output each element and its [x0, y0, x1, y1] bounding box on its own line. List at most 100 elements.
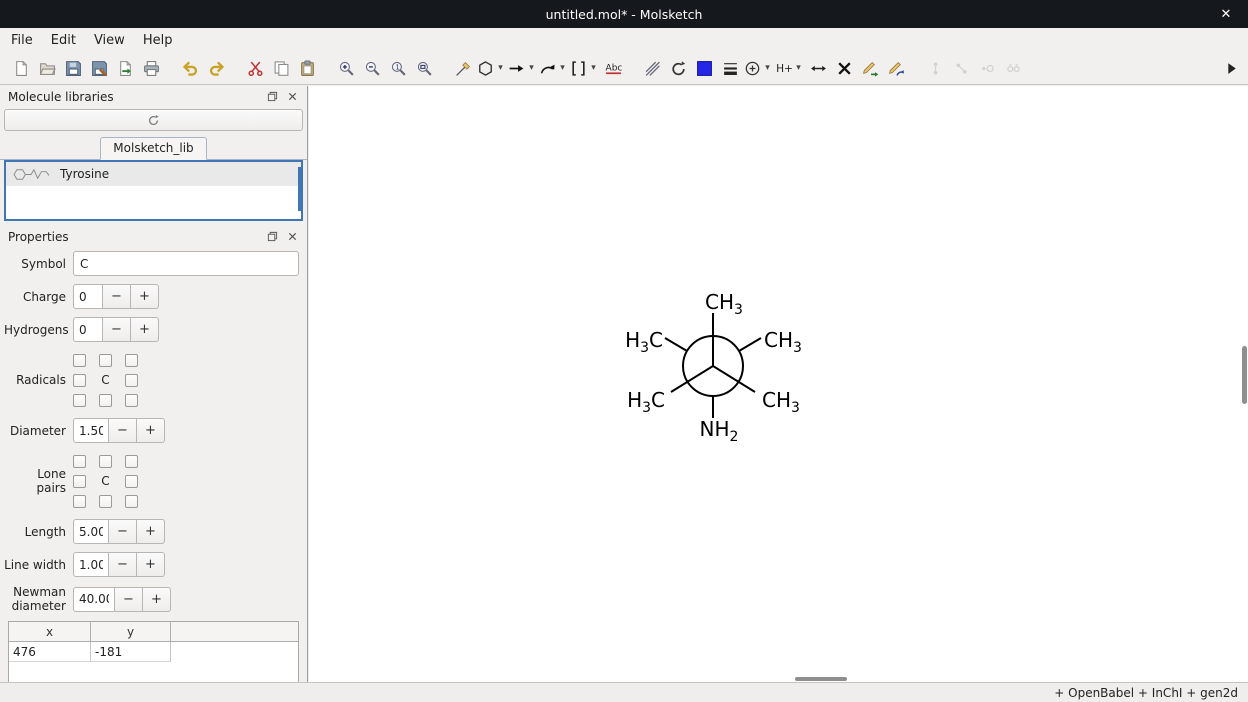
- length-decrement-button[interactable]: −: [109, 519, 137, 544]
- drawing-canvas[interactable]: CH3 H3C CH3 H3C CH3 NH2: [309, 86, 1248, 682]
- menu-help[interactable]: Help: [134, 30, 182, 51]
- undo-button[interactable]: [177, 55, 203, 81]
- window-close-button[interactable]: ✕: [1214, 0, 1238, 28]
- cut-button[interactable]: [242, 55, 268, 81]
- menu-view[interactable]: View: [85, 30, 134, 51]
- flip-tool-button[interactable]: [805, 55, 831, 81]
- line-width-increment-button[interactable]: +: [137, 552, 165, 577]
- line-width-input[interactable]: [73, 552, 109, 577]
- lone-pair-checkbox[interactable]: [99, 495, 112, 508]
- library-refresh-button[interactable]: [4, 109, 303, 131]
- tab-molsketch-lib[interactable]: Molsketch_lib: [100, 137, 206, 160]
- print-button[interactable]: [138, 55, 164, 81]
- radical-checkbox[interactable]: [99, 394, 112, 407]
- redo-button[interactable]: [203, 55, 229, 81]
- symbol-input[interactable]: [73, 251, 299, 276]
- length-input[interactable]: [73, 519, 109, 544]
- hydrogens-increment-button[interactable]: +: [131, 317, 159, 342]
- horizontal-scrollbar-handle[interactable]: [795, 677, 847, 681]
- radical-checkbox[interactable]: [73, 374, 86, 387]
- diameter-decrement-button[interactable]: −: [109, 418, 137, 443]
- line-width-tool-button[interactable]: [717, 55, 743, 81]
- list-item-tyrosine[interactable]: Tyrosine: [6, 162, 301, 186]
- modify-tool-2-button[interactable]: [883, 55, 909, 81]
- newman-increment-button[interactable]: +: [143, 587, 171, 612]
- charge-decrement-button[interactable]: −: [103, 284, 131, 309]
- text-tool-button[interactable]: Abc: [600, 55, 626, 81]
- modify-tool-1-button[interactable]: [857, 55, 883, 81]
- lone-pair-checkbox[interactable]: [73, 495, 86, 508]
- hydrogens-decrement-button[interactable]: −: [103, 317, 131, 342]
- save-file-button[interactable]: [60, 55, 86, 81]
- radical-checkbox[interactable]: [73, 394, 86, 407]
- library-list: Tyrosine: [4, 160, 303, 221]
- newman-projection-molecule[interactable]: CH3 H3C CH3 H3C CH3 NH2: [513, 216, 913, 516]
- dropdown-caret-icon[interactable]: ▾: [588, 63, 599, 73]
- radical-checkbox[interactable]: [125, 354, 138, 367]
- column-header-y: y: [91, 622, 171, 641]
- lone-pair-checkbox[interactable]: [99, 455, 112, 468]
- lone-pair-checkbox[interactable]: [125, 455, 138, 468]
- dropdown-caret-icon[interactable]: ▾: [793, 63, 804, 73]
- coordinate-y-cell[interactable]: -181: [91, 642, 171, 661]
- draw-tool-button[interactable]: [450, 55, 476, 81]
- lone-pair-checkbox[interactable]: [125, 475, 138, 488]
- newman-decrement-button[interactable]: −: [115, 587, 143, 612]
- hatch-tool-button[interactable]: [639, 55, 665, 81]
- mechanism-arrow-tool-button[interactable]: ▾: [538, 55, 569, 81]
- radical-checkbox[interactable]: [73, 354, 86, 367]
- newman-diameter-input[interactable]: [73, 587, 115, 612]
- radical-checkbox[interactable]: [125, 394, 138, 407]
- open-file-button[interactable]: [34, 55, 60, 81]
- save-file-as-button[interactable]: [86, 55, 112, 81]
- properties-close-button[interactable]: [284, 229, 301, 244]
- dropdown-caret-icon[interactable]: ▾: [762, 63, 773, 73]
- libraries-close-button[interactable]: [284, 89, 301, 104]
- menu-file[interactable]: File: [2, 30, 42, 51]
- color-picker-button[interactable]: [691, 55, 717, 81]
- toolbar-extension-button[interactable]: [1218, 55, 1244, 81]
- export-file-button[interactable]: [112, 55, 138, 81]
- copy-button[interactable]: [268, 55, 294, 81]
- lone-pair-checkbox[interactable]: [125, 495, 138, 508]
- zoom-out-button[interactable]: [359, 55, 385, 81]
- zoom-in-button[interactable]: [333, 55, 359, 81]
- hydrogens-input[interactable]: [73, 317, 103, 342]
- radical-checkbox[interactable]: [99, 354, 112, 367]
- toolbar-separator: [164, 56, 177, 80]
- charge-input[interactable]: [73, 284, 103, 309]
- dropdown-caret-icon[interactable]: ▾: [557, 63, 568, 73]
- reaction-arrow-tool-button[interactable]: ▾: [507, 55, 538, 81]
- zoom-original-button[interactable]: 1: [385, 55, 411, 81]
- coordinate-x-cell[interactable]: 476: [9, 642, 91, 661]
- paste-button[interactable]: [294, 55, 320, 81]
- openbabel-tool-4-button: [1000, 55, 1026, 81]
- radical-checkbox[interactable]: [125, 374, 138, 387]
- charge-tool-button[interactable]: ▾: [743, 55, 774, 81]
- dropdown-caret-icon[interactable]: ▾: [495, 63, 506, 73]
- coordinates-table-header: x y: [9, 622, 298, 642]
- new-file-button[interactable]: [8, 55, 34, 81]
- lone-pair-checkbox[interactable]: [73, 455, 86, 468]
- dropdown-caret-icon[interactable]: ▾: [526, 63, 537, 73]
- lone-pairs-label: Lone pairs: [4, 467, 66, 495]
- rotate-tool-button[interactable]: [665, 55, 691, 81]
- properties-float-button[interactable]: [264, 229, 281, 244]
- length-increment-button[interactable]: +: [137, 519, 165, 544]
- hydrogens-tool-button[interactable]: H+▾: [774, 55, 805, 81]
- diameter-input[interactable]: [73, 418, 109, 443]
- frame-tool-button[interactable]: ▾: [569, 55, 600, 81]
- charge-increment-button[interactable]: +: [131, 284, 159, 309]
- line-width-icon: [721, 59, 740, 78]
- libraries-float-button[interactable]: [264, 89, 281, 104]
- diameter-increment-button[interactable]: +: [137, 418, 165, 443]
- zoom-fit-button[interactable]: [411, 55, 437, 81]
- ring-tool-button[interactable]: ▾: [476, 55, 507, 81]
- atom-circle-icon: [978, 59, 997, 78]
- line-width-decrement-button[interactable]: −: [109, 552, 137, 577]
- library-scrollbar-handle[interactable]: [298, 167, 301, 211]
- vertical-scrollbar-handle[interactable]: [1242, 346, 1247, 404]
- menu-edit[interactable]: Edit: [42, 30, 85, 51]
- lone-pair-checkbox[interactable]: [73, 475, 86, 488]
- delete-tool-button[interactable]: [831, 55, 857, 81]
